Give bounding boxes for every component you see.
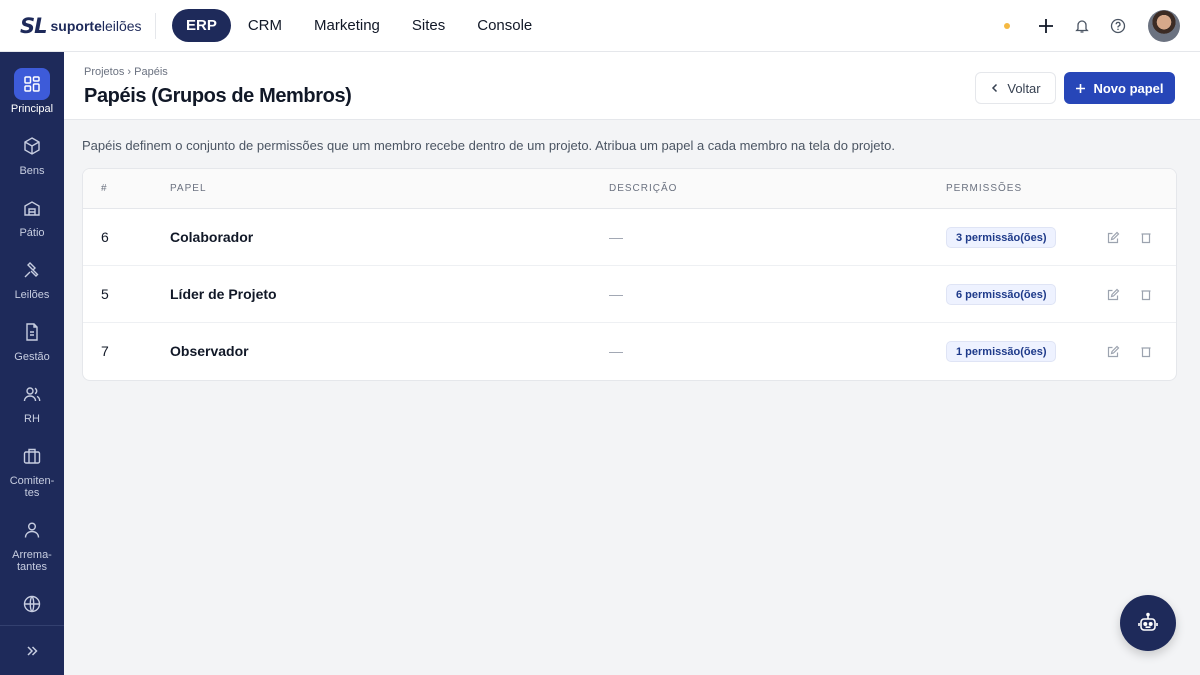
nav-tab-crm[interactable]: CRM [233, 9, 297, 42]
table-header: # PAPEL DESCRIÇÃO PERMISSÕES [83, 169, 1176, 209]
sidebar-item-label: Pátio [19, 227, 45, 239]
permissions-badge: 1 permissão(ões) [946, 341, 1057, 362]
role-id: 6 [101, 229, 109, 245]
sidebar: Principal Bens Pátio Leilões Gestão RH C… [0, 52, 64, 675]
back-button-label: Voltar [1007, 80, 1041, 96]
role-id: 7 [101, 343, 109, 359]
role-id: 5 [101, 286, 109, 302]
table-row[interactable]: 7 Observador — 1 permissão(ões) [83, 323, 1176, 380]
bell-icon[interactable] [1072, 16, 1092, 36]
top-actions [1004, 10, 1180, 42]
sidebar-item-bens[interactable]: Bens [0, 130, 64, 177]
delete-icon[interactable] [1138, 230, 1154, 246]
nav-tab-sites[interactable]: Sites [397, 9, 460, 42]
nav-tab-marketing[interactable]: Marketing [299, 9, 395, 42]
logo-mark: SL [20, 13, 47, 38]
permissions-badge: 3 permissão(ões) [946, 227, 1057, 248]
new-role-button-label: Novo papel [1093, 80, 1164, 96]
edit-icon[interactable] [1105, 287, 1121, 303]
delete-icon[interactable] [1138, 344, 1154, 360]
gavel-icon [14, 254, 50, 286]
brand-logo[interactable]: SL suporteleilões [0, 12, 156, 39]
delete-icon[interactable] [1138, 287, 1154, 303]
sidebar-item-leiloes[interactable]: Leilões [0, 254, 64, 301]
sidebar-item-label: Principal [10, 103, 54, 115]
nav-tab-console[interactable]: Console [462, 9, 547, 42]
sidebar-item-label: RH [24, 413, 40, 425]
sidebar-item-gestao[interactable]: Gestão [0, 316, 64, 363]
avatar[interactable] [1148, 10, 1180, 42]
sidebar-item-label: Arrema- tantes [12, 549, 52, 573]
sidebar-item-patio[interactable]: Pátio [0, 192, 64, 239]
sidebar-item-label: Bens [19, 165, 45, 177]
plus-icon[interactable] [1036, 16, 1056, 36]
back-button[interactable]: Voltar [975, 72, 1056, 104]
logo-text: suporteleilões [50, 17, 142, 34]
sidebar-item-rh[interactable]: RH [0, 378, 64, 425]
status-dot [1004, 23, 1010, 29]
document-icon [14, 316, 50, 348]
page-description: Papéis definem o conjunto de permissões … [82, 138, 895, 153]
warehouse-icon [14, 192, 50, 224]
grid-icon [14, 68, 50, 100]
chevron-left-icon [992, 83, 998, 93]
help-icon[interactable] [1108, 16, 1128, 36]
table-row[interactable]: 6 Colaborador — 3 permissão(ões) [83, 209, 1176, 266]
sidebar-collapse-button[interactable] [0, 625, 64, 675]
nav-tab-erp[interactable]: ERP [172, 9, 231, 42]
column-header-permissions: PERMISSÕES [946, 183, 1023, 194]
sidebar-item-label: Leilões [14, 289, 50, 301]
top-bar: SL suporteleilões ERP CRM Marketing Site… [0, 0, 1200, 52]
sidebar-item-comitentes[interactable]: Comiten- tes [0, 440, 64, 499]
top-nav: ERP CRM Marketing Sites Console [172, 9, 547, 42]
column-header-description: DESCRIÇÃO [609, 183, 678, 194]
page-title: Papéis (Grupos de Membros) [84, 85, 352, 107]
box-icon [14, 130, 50, 162]
column-header-role: PAPEL [170, 183, 207, 194]
sidebar-item-sites[interactable] [0, 588, 64, 620]
user-icon [14, 514, 50, 546]
plus-icon [1076, 83, 1086, 93]
sidebar-item-arrematantes[interactable]: Arrema- tantes [0, 514, 64, 573]
role-description: — [609, 343, 623, 359]
globe-icon [14, 588, 50, 620]
permissions-badge: 6 permissão(ões) [946, 284, 1057, 305]
role-description: — [609, 286, 623, 302]
users-icon [14, 378, 50, 410]
column-header-id: # [101, 183, 108, 194]
sidebar-item-principal[interactable]: Principal [0, 68, 64, 115]
robot-icon [1138, 612, 1158, 631]
roles-table: # PAPEL DESCRIÇÃO PERMISSÕES 6 Colaborad… [82, 168, 1177, 381]
sidebar-item-label: Comiten- tes [9, 475, 55, 499]
page-header: Projetos › Papéis Papéis (Grupos de Memb… [64, 52, 1200, 120]
role-name: Colaborador [170, 229, 254, 245]
role-description: — [609, 229, 623, 245]
assistant-button[interactable] [1120, 595, 1176, 651]
sidebar-item-label: Gestão [14, 351, 50, 363]
breadcrumb[interactable]: Projetos › Papéis [84, 66, 168, 78]
edit-icon[interactable] [1105, 230, 1121, 246]
role-name: Observador [170, 343, 249, 359]
briefcase-icon [14, 440, 50, 472]
table-row[interactable]: 5 Líder de Projeto — 6 permissão(ões) [83, 266, 1176, 323]
chevrons-right-icon [27, 645, 38, 656]
edit-icon[interactable] [1105, 344, 1121, 360]
role-name: Líder de Projeto [170, 286, 277, 302]
new-role-button[interactable]: Novo papel [1064, 72, 1175, 104]
